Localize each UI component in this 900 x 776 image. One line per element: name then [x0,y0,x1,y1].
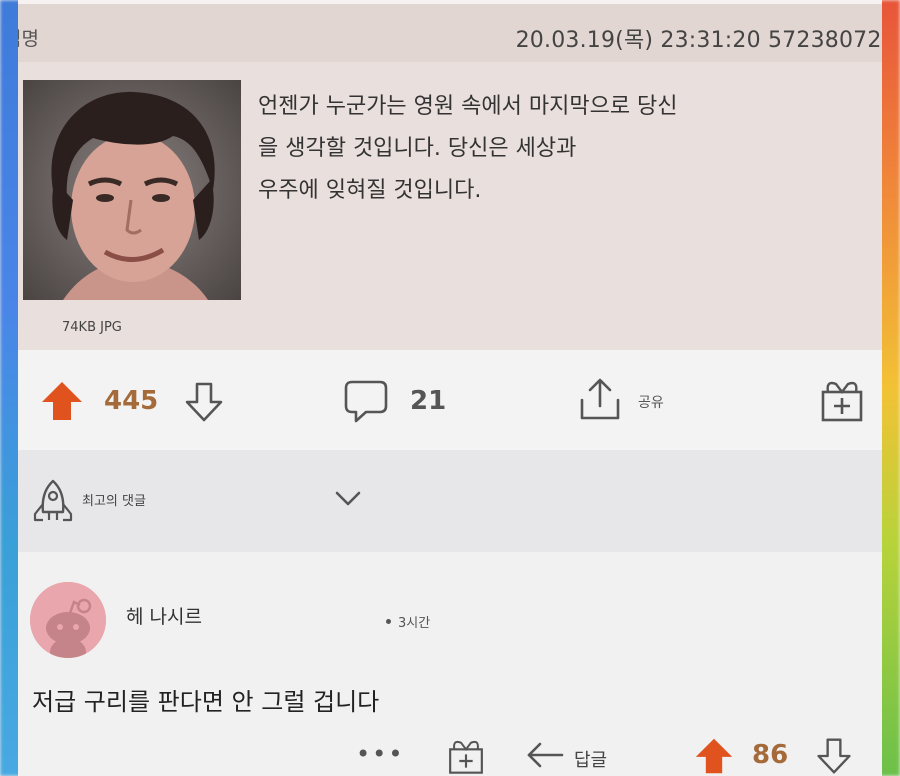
upvote-arrow-icon [695,738,733,774]
downvote-arrow-icon [817,738,851,774]
upvote-count: 445 [104,386,159,416]
comment-sort-bar: 최고의 댓글 [18,450,882,552]
file-info: 74KB JPG [62,320,122,335]
gift-icon [449,740,483,774]
sort-selector[interactable] [30,478,76,526]
comment-username[interactable]: 헤 나시르 [126,602,202,629]
comment-upvote-count: 86 [752,740,789,770]
separator-dot [386,619,391,624]
sort-label: 최고의 댓글 [82,494,146,509]
share-button[interactable] [578,376,622,422]
award-button[interactable] [818,376,866,424]
comments-button[interactable] [342,378,390,424]
board-label: 익명 [18,28,39,50]
post-body: 언젠가 누군가는 영원 속에서 마지막으로 당신 을 생각할 것입니다. 당신은… [258,86,778,212]
more-options-button[interactable]: ••• [356,740,404,768]
chevron-down-icon [335,491,361,506]
post-text-line: 을 생각할 것입니다. 당신은 세상과 [258,136,577,161]
post-image[interactable] [23,80,241,300]
gift-icon [821,381,863,422]
rocket-icon [33,479,73,522]
downvote-arrow-icon [185,382,223,422]
comment-text: 저급 구리를 판다면 안 그럴 겁니다 [32,688,380,716]
upvote-arrow-icon [42,382,82,420]
post-text-line: 우주에 잊혀질 것입니다. [258,178,482,203]
comment-time: 3시간 [398,616,431,631]
downvote-button[interactable] [182,380,226,424]
comment-count: 21 [410,386,447,416]
comment-downvote-button[interactable] [814,736,854,776]
post-meta-bar: 익명 20.03.19(목) 23:31:20 57238072호 [18,0,882,62]
comment: 헤 나시르 3시간 저급 구리를 판다면 안 그럴 겁니다 ••• 답글 86 [18,552,882,776]
share-icon [580,378,620,420]
comment-award-button[interactable] [446,736,486,776]
share-label: 공유 [638,395,664,411]
post: 익명 20.03.19(목) 23:31:20 57238072호 [18,0,882,350]
comment-bubble-icon [344,380,388,423]
sort-dropdown-toggle[interactable] [334,490,362,508]
reply-button[interactable] [526,740,566,772]
post-action-bar: 445 21 공유 [18,350,882,450]
app-frame: 익명 20.03.19(목) 23:31:20 57238072호 [18,0,882,776]
upvote-button[interactable] [40,380,84,422]
reply-label[interactable]: 답글 [574,746,607,772]
avatar[interactable] [30,582,106,658]
post-meta: 20.03.19(목) 23:31:20 57238072호 [515,28,882,53]
post-text-line: 언젠가 누군가는 영원 속에서 마지막으로 당신 [258,94,678,119]
comment-upvote-button[interactable] [694,736,734,776]
reply-arrow-icon [527,742,564,768]
